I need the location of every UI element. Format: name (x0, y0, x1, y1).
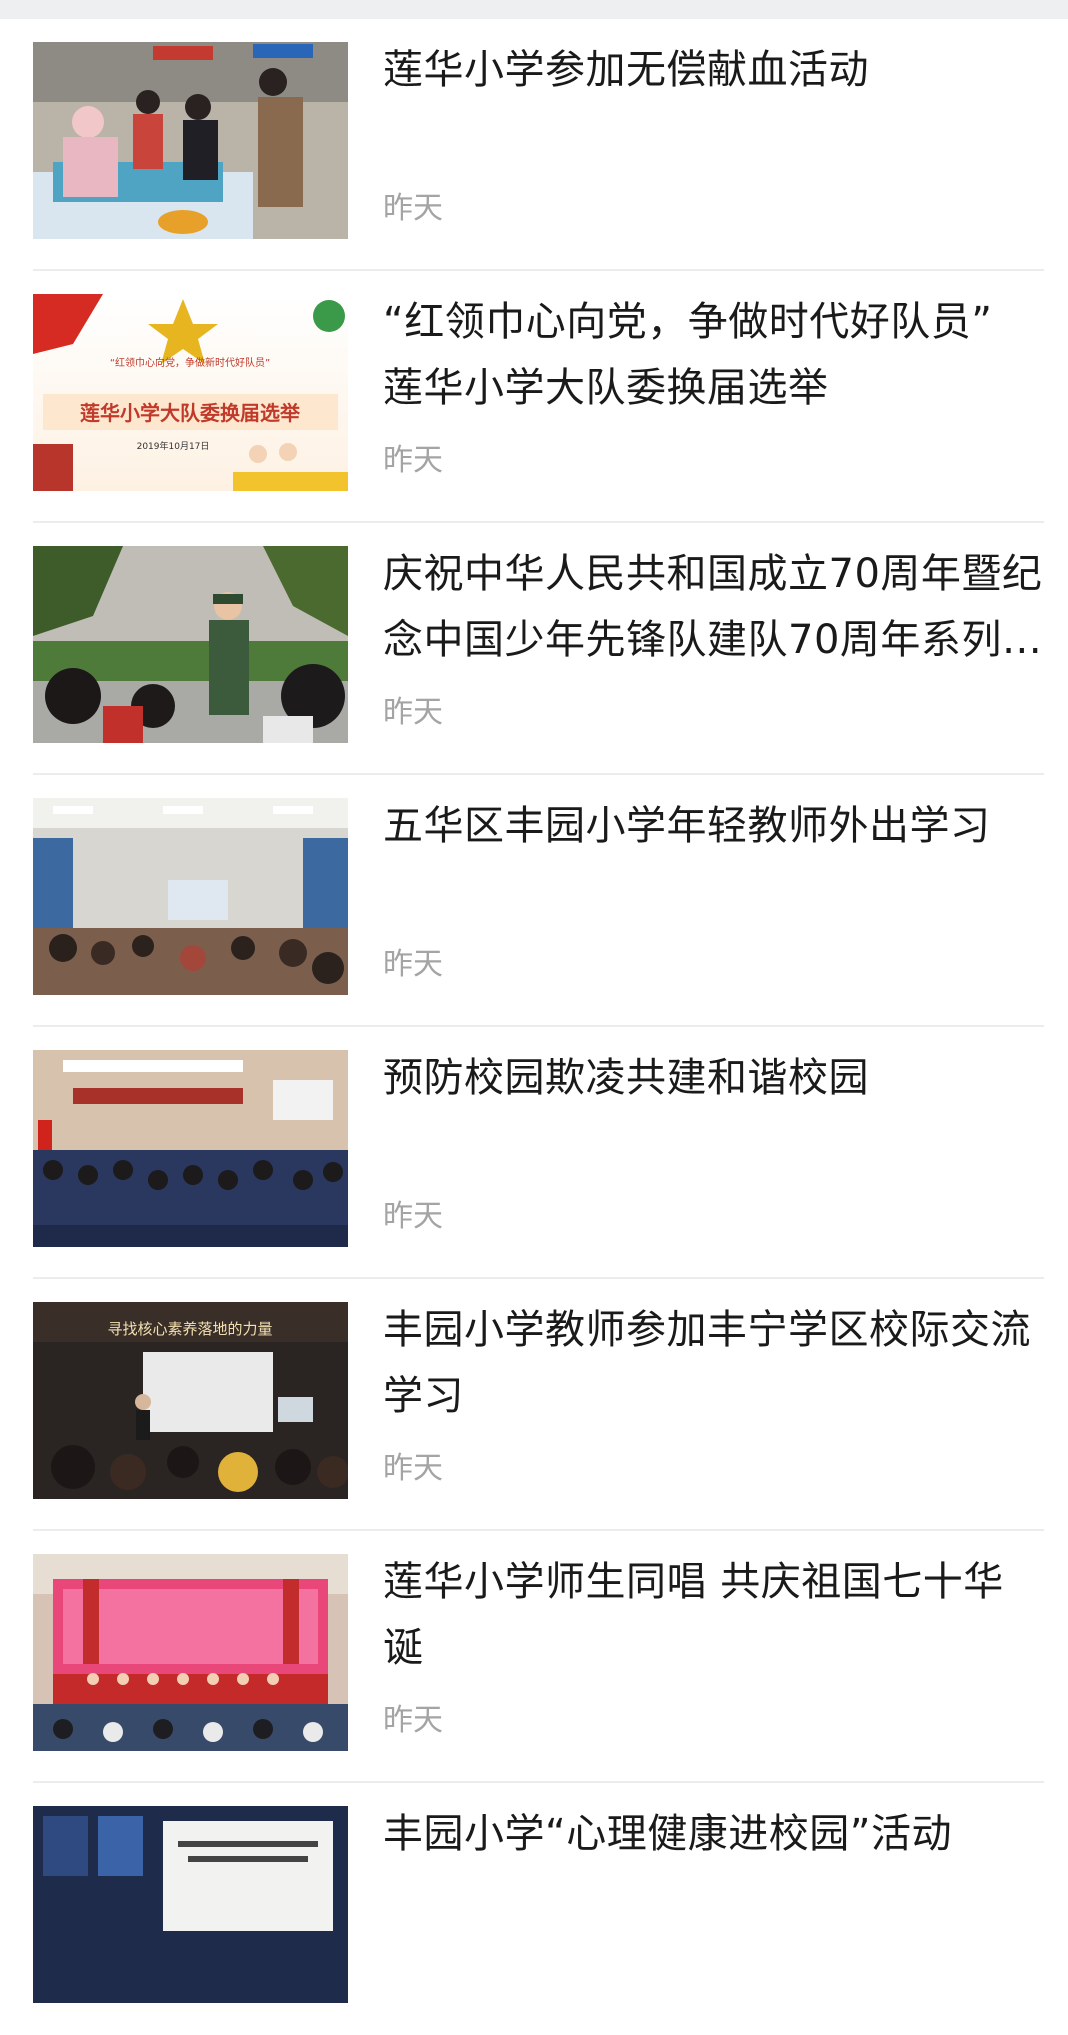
top-divider-strip (0, 0, 1068, 19)
blood-donation-thumbnail[interactable] (33, 42, 348, 239)
thumb-banner: 寻找核心素养落地的力量 (107, 1320, 272, 1338)
presentation-screen-thumbnail[interactable] (33, 1806, 348, 2003)
school-assembly-thumbnail[interactable] (33, 1050, 348, 1247)
news-date: 昨天 (383, 947, 443, 982)
news-list-item[interactable]: 预防校园欺凌共建和谐校园 昨天 (33, 1027, 1044, 1279)
news-date: 昨天 (383, 191, 443, 226)
news-date: 昨天 (383, 1199, 443, 1234)
news-list-item[interactable]: 丰园小学“心理健康进校园”活动 (33, 1783, 1044, 2035)
news-feed-list: 莲华小学参加无偿献血活动 昨天 “红领巾心向党，争做新时代好队员” 莲华小学大队… (0, 19, 1068, 2035)
news-date: 昨天 (383, 1703, 443, 1738)
exchange-meeting-thumbnail[interactable]: 寻找核心素养落地的力量 (33, 1302, 348, 1499)
news-list-item[interactable]: 五华区丰园小学年轻教师外出学习 昨天 (33, 775, 1044, 1027)
chorus-stage-thumbnail[interactable] (33, 1554, 348, 1751)
news-date: 昨天 (383, 1451, 443, 1486)
news-title[interactable]: “红领巾心向党，争做时代好队员” 莲华小学大队委换届选举 (383, 289, 1043, 421)
thumb-date: 2019年10月17日 (137, 440, 210, 452)
news-list-item[interactable]: 寻找核心素养落地的力量 丰园小学教师参加丰宁学区校际交流学习 昨天 (33, 1279, 1044, 1531)
news-date: 昨天 (383, 443, 443, 478)
news-title[interactable]: 丰园小学“心理健康进校园”活动 (383, 1801, 1043, 1867)
news-list-item[interactable]: 莲华小学参加无偿献血活动 昨天 (33, 19, 1044, 271)
news-title[interactable]: 莲华小学参加无偿献血活动 (383, 37, 1043, 103)
news-title[interactable]: 五华区丰园小学年轻教师外出学习 (383, 793, 1043, 859)
news-title[interactable]: 莲华小学师生同唱 共庆祖国七十华诞 (383, 1549, 1043, 1681)
news-list-item[interactable]: 莲华小学师生同唱 共庆祖国七十华诞 昨天 (33, 1531, 1044, 1783)
news-title[interactable]: 丰园小学教师参加丰宁学区校际交流学习 (383, 1297, 1043, 1429)
young-pioneers-thumbnail[interactable] (33, 546, 348, 743)
election-banner-thumbnail[interactable]: “红领巾心向党，争做新时代好队员” 莲华小学大队委换届选举 2019年10月17… (33, 294, 348, 491)
lecture-hall-thumbnail[interactable] (33, 798, 348, 995)
news-date: 昨天 (383, 695, 443, 730)
thumb-slogan: “红领巾心向党，争做新时代好队员” (110, 356, 270, 369)
thumb-banner: 莲华小学大队委换届选举 (80, 401, 301, 425)
news-list-item[interactable]: “红领巾心向党，争做新时代好队员” 莲华小学大队委换届选举 2019年10月17… (33, 271, 1044, 523)
news-title[interactable]: 庆祝中华人民共和国成立70周年暨纪念中国少年先锋队建队70周年系列… (383, 541, 1043, 673)
news-list-item[interactable]: 庆祝中华人民共和国成立70周年暨纪念中国少年先锋队建队70周年系列… 昨天 (33, 523, 1044, 775)
news-title[interactable]: 预防校园欺凌共建和谐校园 (383, 1045, 1043, 1111)
